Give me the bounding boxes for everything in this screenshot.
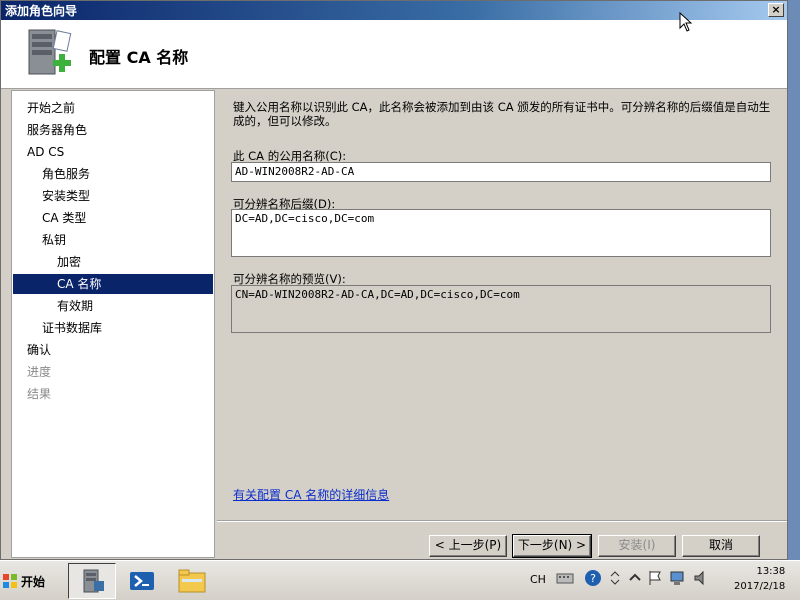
page-title: 配置 CA 名称 (89, 48, 189, 67)
help-icon[interactable]: ? (584, 569, 602, 587)
start-button[interactable]: 开始 (2, 567, 50, 595)
wizard-content: 键入公用名称以识别此 CA，此名称会被添加到由该 CA 颁发的所有证书中。可分辨… (217, 90, 787, 520)
install-button: 安装(I) (598, 535, 676, 557)
nav-step-item[interactable]: 加密 (13, 252, 213, 272)
nav-step-item[interactable]: 安装类型 (13, 186, 213, 206)
common-name-input[interactable]: AD-WIN2008R2-AD-CA (231, 162, 771, 182)
show-hidden-icons-icon[interactable] (626, 569, 644, 587)
taskbar: 开始 CH ? 13:38 2017/2/18 (0, 560, 800, 600)
nav-step-item[interactable]: 服务器角色 (13, 120, 213, 140)
svg-text:?: ? (590, 572, 596, 585)
language-indicator[interactable]: CH (530, 573, 546, 586)
start-label: 开始 (21, 574, 46, 589)
next-button[interactable]: 下一步(N) > (512, 534, 592, 558)
nav-step-item[interactable]: 确认 (13, 340, 213, 360)
nav-step-item[interactable]: 有效期 (13, 296, 213, 316)
nav-step-item[interactable]: 私钥 (13, 230, 213, 250)
powershell-icon (130, 572, 154, 590)
windows-logo-icon (3, 574, 17, 588)
taskbar-powershell[interactable] (118, 563, 166, 599)
nav-step-item[interactable]: CA 名称 (13, 274, 213, 294)
server-add-icon (28, 29, 72, 75)
page-description: 键入公用名称以识别此 CA，此名称会被添加到由该 CA 颁发的所有证书中。可分辨… (233, 100, 771, 128)
action-center-flag-icon[interactable] (646, 569, 664, 587)
nav-step-item[interactable]: AD CS (13, 142, 213, 162)
folder-icon (178, 569, 206, 593)
back-button[interactable]: < 上一步(P) (429, 535, 507, 557)
add-roles-wizard-window: 添加角色向导 × 配置 CA 名称 开始之前 服务器角色 AD CS 角色服务 安装类型… (0, 0, 788, 560)
keyboard-icon[interactable] (556, 569, 574, 587)
clock-time: 13:38 (756, 566, 786, 577)
dn-preview-field: CN=AD-WIN2008R2-AD-CA,DC=AD,DC=cisco,DC=… (231, 285, 771, 333)
nav-step-item[interactable]: 角色服务 (13, 164, 213, 184)
wizard-header: 配置 CA 名称 (1, 20, 787, 89)
nav-step-item[interactable]: 证书数据库 (13, 318, 213, 338)
cancel-button[interactable]: 取消 (682, 535, 760, 557)
wizard-step-nav: 开始之前 服务器角色 AD CS 角色服务 安装类型 CA 类型 私钥 加密 CA 名称 有效期证… (11, 90, 215, 558)
clock-date: 2017/2/18 (734, 581, 786, 592)
dn-suffix-textarea[interactable]: DC=AD,DC=cisco,DC=com (231, 209, 771, 257)
server-manager-icon (83, 569, 104, 593)
title-bar[interactable]: 添加角色向导 × (1, 1, 787, 20)
mouse-cursor-icon (679, 12, 693, 32)
nav-step-item[interactable]: CA 类型 (13, 208, 213, 228)
volume-icon[interactable] (692, 569, 710, 587)
close-button[interactable]: × (768, 3, 784, 17)
help-link[interactable]: 有关配置 CA 名称的详细信息 (233, 486, 389, 503)
system-clock[interactable]: 13:38 2017/2/18 (734, 564, 785, 594)
taskbar-explorer[interactable] (168, 563, 216, 599)
window-title: 添加角色向导 (5, 4, 78, 18)
taskbar-server-manager[interactable] (68, 563, 116, 599)
nav-step-item: 进度 (27, 365, 52, 379)
options-chevron-icon[interactable] (606, 569, 624, 587)
network-icon[interactable] (668, 569, 686, 587)
button-divider (217, 520, 787, 522)
nav-step-item[interactable]: 开始之前 (13, 98, 213, 118)
nav-step-item: 结果 (27, 387, 52, 401)
